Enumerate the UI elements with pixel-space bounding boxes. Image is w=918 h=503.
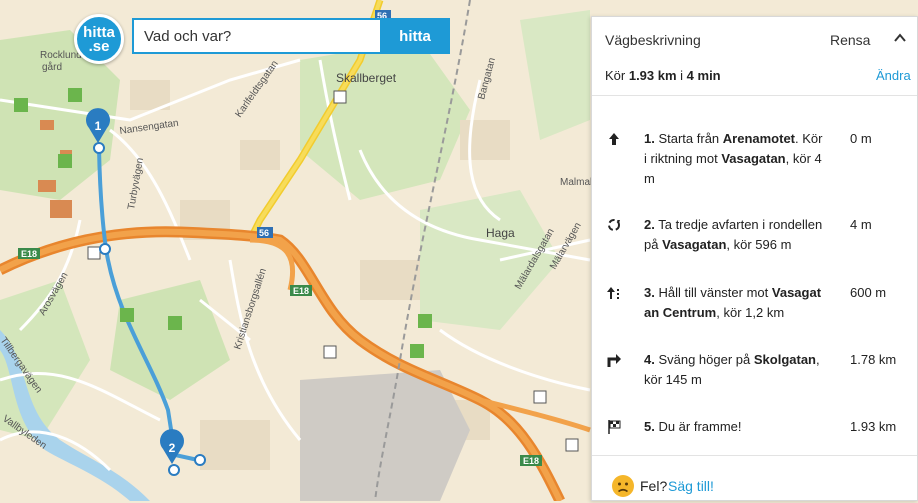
svg-text:E18: E18 [523,456,539,466]
panel-header: Vägbeskrivning Rensa [592,17,917,61]
clear-button[interactable]: Rensa [830,32,870,48]
step-number: 2. [644,217,655,232]
search-button[interactable]: hitta [380,18,450,54]
step-number: 1. [644,131,655,146]
directions-panel: Vägbeskrivning Rensa Kör 1.93 km i 4 min… [591,16,918,501]
svg-text:E18: E18 [21,249,37,259]
svg-text:Haga: Haga [486,226,515,240]
keep-left-icon [607,287,619,299]
chevron-up-icon[interactable] [892,30,908,46]
step-distance: 1.93 km [850,419,897,434]
finish-flag-icon [608,420,621,434]
step-number: 3. [644,285,655,300]
step-road: Vasagatan [721,151,786,166]
step-text-part: , kör 1,2 km [716,305,785,320]
step-distance: 600 m [850,285,887,300]
feedback-label: Fel? [640,478,668,494]
step-road: Skolgatan [753,352,816,367]
step-road: Arenamotet [722,131,796,146]
step-text: 4. Sväng höger på Skolgatan, kör 145 m [644,350,826,390]
change-link[interactable]: Ändra [876,68,911,83]
step-distance: 0 m [850,131,872,146]
turn-right-icon [607,354,621,367]
step-distance: 4 m [850,217,872,232]
step-number: 5. [644,419,655,434]
step-text: 2. Ta tredje avfarten i rondellen på Vas… [644,215,826,255]
step-text-part: Håll till vänster mot [654,285,772,300]
svg-text:E18: E18 [293,286,309,296]
marker-label: 2 [169,441,176,455]
search-box [132,18,380,54]
step-text-part: Du är framme! [654,419,742,434]
summary-time: 4 min [686,68,721,83]
step-text-part: , kör 596 m [726,237,792,252]
roundabout-icon [608,219,620,231]
step-road: Vasagatan [662,237,727,252]
step-text: 5. Du är framme! [644,417,826,437]
step-text: 1. Starta från Arenamotet. Kör i riktnin… [644,129,826,189]
feedback-link[interactable]: Säg till! [668,478,714,494]
step-text: 3. Håll till vänster mot Vasagatan Centr… [644,283,826,323]
arrow-up-icon [609,133,619,145]
logo-domain: .se [88,38,110,55]
sad-face-icon [612,475,634,497]
summary-mid: i [676,68,687,83]
step-text-part: Sväng höger på [654,352,754,367]
search-input[interactable] [134,20,380,52]
step-number: 4. [644,352,655,367]
svg-text:Skallberget: Skallberget [336,71,397,85]
summary-distance: 1.93 km [628,68,677,83]
step-text-part: Starta från [654,131,723,146]
hitta-logo[interactable]: hitta .se [74,14,124,64]
route-summary: Kör 1.93 km i 4 min [605,68,721,83]
marker-label: 1 [95,119,102,133]
step-distance: 1.78 km [850,352,897,367]
svg-text:gård: gård [42,61,62,73]
svg-text:56: 56 [259,228,269,238]
feedback-bar: Fel? Säg till! [592,455,917,503]
summary-prefix: Kör [605,68,629,83]
divider [592,95,917,96]
panel-title: Vägbeskrivning [605,32,701,48]
